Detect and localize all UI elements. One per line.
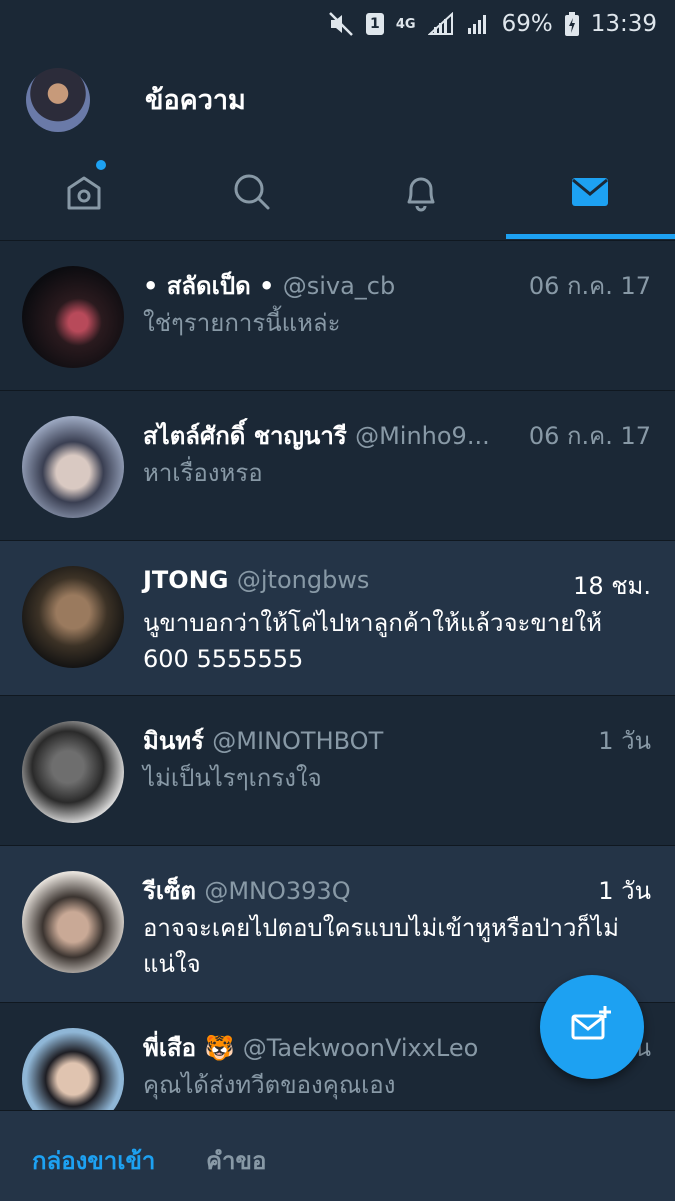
header: ข้อความ [0, 48, 675, 148]
envelope-icon [568, 170, 612, 218]
bell-icon [399, 170, 443, 218]
sender-handle: @TaekwoonVixxLeo [242, 1034, 479, 1062]
signal-icon-2 [466, 12, 490, 36]
message-preview: ไม่เป็นไรๆเกรงใจ [143, 764, 322, 792]
bottom-tab-bar: กล่องขาเข้า คำขอ [0, 1110, 675, 1201]
conversation-row[interactable]: สไตล์ศักดิ์ ชาญนารี @Minho9... 06 ก.ค. 1… [0, 391, 675, 541]
message-preview: ใช่ๆรายการนี้แหล่ะ [143, 309, 341, 337]
battery-percent: 69% [501, 11, 553, 37]
sender-name: พี่เสือ 🐯 @TaekwoonVixxLeo [143, 1034, 479, 1062]
profile-avatar[interactable] [26, 68, 90, 132]
timestamp: 06 ก.ค. 17 [528, 272, 651, 300]
tab-search[interactable] [168, 148, 336, 240]
sender-name: มินทร์ @MINOTHBOT [143, 727, 384, 755]
tab-home[interactable] [0, 148, 168, 240]
sender-handle: @jtongbws [236, 566, 370, 594]
avatar[interactable] [22, 1028, 124, 1110]
signal-icon [427, 12, 454, 36]
sender-handle: @MINOTHBOT [212, 727, 384, 755]
top-tab-bar [0, 148, 675, 241]
clock: 13:39 [590, 11, 657, 37]
sender-name: สไตล์ศักดิ์ ชาญนารี @Minho9... [143, 422, 490, 450]
sender-handle: @Minho9... [355, 422, 490, 450]
timestamp: 1 วัน [598, 877, 651, 905]
sender-handle: @MNO393Q [204, 877, 351, 905]
network-type: 4G [395, 16, 416, 32]
active-tab-indicator [506, 234, 675, 239]
message-preview: นูขาบอกว่าให้โค่ไปหาลูกค้าให้แล้วจะขายให… [143, 609, 602, 673]
new-message-icon [569, 1002, 615, 1052]
status-bar: 1 4G 69% 13:39 [0, 0, 675, 48]
conversation-row[interactable]: • สลัดเป็ด • @siva_cb 06 ก.ค. 17 ใช่ๆราย… [0, 241, 675, 391]
message-preview: หาเรื่องหรอ [143, 459, 263, 487]
tab-requests[interactable]: คำขอ [206, 1141, 266, 1180]
conversation-row[interactable]: มินทร์ @MINOTHBOT 1 วัน ไม่เป็นไรๆเกรงใจ [0, 696, 675, 846]
sender-handle: @siva_cb [282, 272, 396, 300]
tab-messages[interactable] [506, 148, 674, 240]
home-icon [62, 170, 106, 218]
new-message-button[interactable] [540, 975, 644, 1079]
mute-icon [328, 11, 354, 37]
avatar[interactable] [22, 566, 124, 668]
avatar[interactable] [22, 871, 124, 973]
message-preview: อาจจะเคยไปตอบใครแบบไม่เข้าหูหรือป่าวก็ไม… [143, 914, 619, 978]
timestamp: 06 ก.ค. 17 [528, 422, 651, 450]
timestamp: 1 วัน [598, 727, 651, 755]
conversation-row[interactable]: JTONG @jtongbws 18 ชม. นูขาบอกว่าให้โค่ไ… [0, 541, 675, 696]
avatar[interactable] [22, 416, 124, 518]
sender-name: • สลัดเป็ด • @siva_cb [143, 272, 396, 300]
tab-notifications[interactable] [337, 148, 505, 240]
message-preview: คุณได้ส่งทวีตของคุณเอง [143, 1071, 396, 1099]
sender-name: JTONG @jtongbws [143, 566, 370, 594]
page-title: ข้อความ [145, 85, 246, 116]
tab-inbox[interactable]: กล่องขาเข้า [32, 1141, 155, 1180]
avatar[interactable] [22, 266, 124, 368]
timestamp: 18 ชม. [573, 572, 651, 600]
search-icon [230, 170, 274, 218]
sender-name: รีเซ็ต @MNO393Q [143, 877, 351, 905]
new-content-dot [96, 160, 106, 170]
avatar[interactable] [22, 721, 124, 823]
sim-icon: 1 [365, 13, 384, 35]
battery-icon [564, 12, 579, 36]
